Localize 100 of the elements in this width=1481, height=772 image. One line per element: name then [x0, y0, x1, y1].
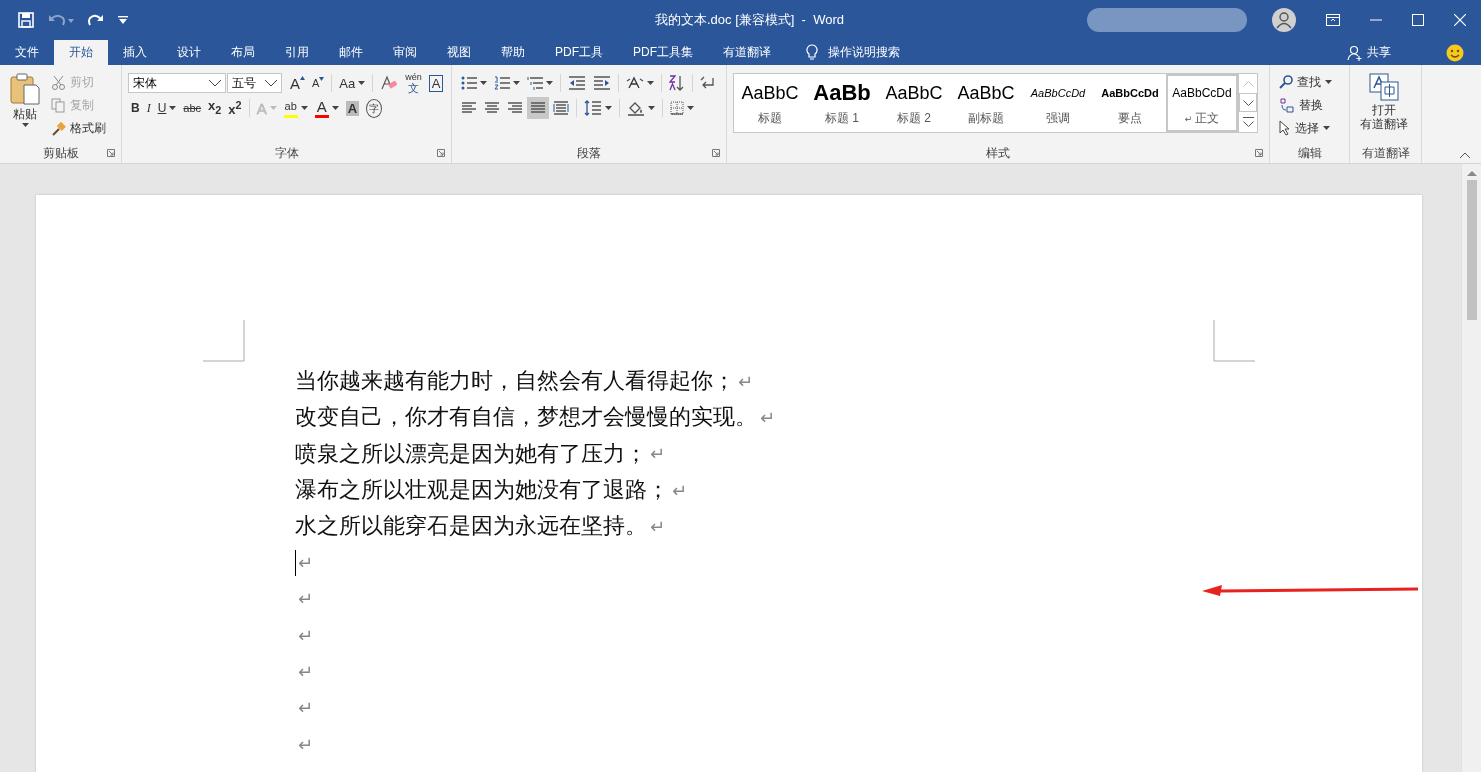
paragraph-mark: ↵ — [760, 406, 776, 428]
scissors-icon — [51, 74, 66, 90]
style-option[interactable]: AaBbCcDd 强调 — [1022, 74, 1094, 132]
numbered-list-icon — [494, 76, 510, 90]
ribbon-tab[interactable]: 有道翻译 — [708, 40, 786, 65]
dialog-launcher-icon — [712, 149, 720, 157]
scroll-down-icon — [1242, 99, 1254, 106]
clear-format-icon — [380, 75, 399, 91]
edit-button[interactable]: 查找 — [1276, 71, 1335, 93]
format-button[interactable]: I — [143, 97, 154, 119]
style-option[interactable]: AaBbC 标题 2 — [878, 74, 950, 132]
format-button[interactable]: x$^{2}$ — [225, 97, 245, 119]
alignment-button[interactable] — [527, 97, 549, 119]
ribbon-tab[interactable]: 视图 — [432, 40, 486, 65]
paragraph-mark: ↵ — [298, 733, 314, 755]
format-button[interactable]: B — [128, 97, 143, 119]
corner-mark — [1213, 320, 1255, 362]
paragraph-mark: ↵ — [298, 588, 314, 610]
share-button[interactable]: 共享 — [1332, 40, 1406, 65]
close-icon — [1454, 14, 1466, 26]
font-name-field[interactable]: 宋体 — [128, 73, 226, 93]
format-button[interactable]: abc — [180, 97, 205, 119]
edit-button[interactable]: 选择 — [1276, 117, 1335, 139]
ribbon-tab[interactable]: PDF工具集 — [618, 40, 708, 65]
redo-icon — [88, 13, 104, 27]
edit-button[interactable]: 替换 — [1276, 94, 1335, 116]
triangle-down-icon — [319, 77, 325, 81]
format-button[interactable]: Aa — [336, 72, 369, 94]
format-button[interactable]: A — [309, 72, 328, 94]
format-button[interactable]: x$_{2}$ — [205, 97, 225, 119]
ribbon-tab[interactable]: 文件 — [0, 40, 54, 65]
avatar-icon — [1272, 8, 1296, 32]
style-option[interactable]: AaBbC 副标题 — [950, 74, 1022, 132]
customize-caret-icon — [118, 16, 128, 24]
format-button[interactable]: A — [287, 72, 308, 94]
decrease-indent-icon — [568, 76, 586, 90]
caret-icon — [21, 123, 29, 127]
scrollbar[interactable] — [1461, 164, 1481, 772]
ribbon-tab[interactable]: 插入 — [108, 40, 162, 65]
group-label: 段落 — [577, 144, 601, 162]
pointer-icon — [1279, 120, 1291, 136]
tell-me-search[interactable]: 操作说明搜索 — [828, 44, 900, 61]
group-label: 有道翻译 — [1361, 144, 1410, 162]
ribbon-tab[interactable]: 布局 — [216, 40, 270, 65]
paragraph-mark-icon — [700, 76, 714, 90]
collapse-ribbon-icon — [1459, 152, 1471, 159]
window-title: 我的文本.doc [兼容模式] - Word — [654, 11, 845, 29]
dialog-launcher-icon — [107, 149, 115, 157]
style-option[interactable]: AaBb 标题 1 — [806, 74, 878, 132]
ribbon-tab[interactable]: PDF工具 — [540, 40, 618, 65]
format-button[interactable]: ab — [280, 97, 311, 119]
font-size-field[interactable]: 五号 — [227, 73, 282, 93]
format-button[interactable]: U — [154, 97, 180, 119]
distributed-icon — [553, 101, 569, 115]
paragraph-mark: ↵ — [298, 697, 314, 719]
paragraph-mark: ↵ — [298, 661, 314, 682]
group-label: 编辑 — [1297, 144, 1322, 162]
ribbon-tab[interactable]: 引用 — [270, 40, 324, 65]
corner-mark — [203, 320, 245, 362]
ribbon-tab[interactable]: 帮助 — [486, 40, 540, 65]
style-option[interactable]: AaBbCcDd 要点 — [1094, 74, 1166, 132]
align-right-icon — [507, 102, 523, 114]
group-label: 样式 — [986, 144, 1010, 162]
chevron-down-icon — [265, 79, 277, 87]
lightbulb-icon — [806, 44, 818, 61]
sort-icon — [669, 75, 685, 91]
increase-indent-icon — [593, 76, 611, 90]
style-option[interactable]: AaBbCcDd ↵ 正文 — [1166, 74, 1238, 132]
clipboard-icon — [10, 73, 40, 105]
add-person-icon — [1347, 44, 1363, 61]
ribbon-tab[interactable]: 开始 — [54, 40, 108, 65]
ribbon-display-icon — [1326, 14, 1340, 26]
dialog-launcher-icon — [437, 149, 445, 157]
clipboard-button[interactable]: 格式刷 — [48, 117, 109, 139]
paintbrush-icon — [51, 120, 66, 136]
paint-bucket-icon — [627, 100, 645, 116]
format-button[interactable]: A — [311, 97, 342, 119]
line-spacing-icon — [584, 100, 602, 116]
paragraph-mark: ↵ — [738, 370, 754, 392]
borders-icon — [670, 101, 684, 115]
search-icon — [1279, 75, 1293, 89]
bullet-list-icon — [461, 76, 477, 90]
style-option[interactable]: AaBbC 标题 — [734, 74, 806, 132]
copy-icon — [51, 97, 66, 113]
asian-layout-icon — [626, 76, 644, 90]
paragraph-text: 瀑布之所以壮观是因为她没有了退路； — [295, 476, 669, 505]
paragraph-text: 改变自己，你才有自信，梦想才会慢慢的实现。 — [295, 403, 757, 432]
scrollbar-thumb[interactable] — [1466, 180, 1477, 320]
multilevel-list-icon — [527, 76, 543, 90]
maximize-icon — [1412, 14, 1424, 26]
align-left-icon — [461, 102, 477, 114]
align-center-icon — [484, 102, 500, 114]
format-button[interactable]: wén 文 — [402, 72, 425, 94]
ribbon-tab[interactable]: 审阅 — [378, 40, 432, 65]
group-label: 字体 — [274, 144, 299, 162]
ribbon-tab[interactable]: 设计 — [162, 40, 216, 65]
paste-button[interactable]: 粘贴 — [6, 71, 44, 143]
ribbon-tab[interactable]: 邮件 — [324, 40, 378, 65]
open-translate-button[interactable]: 打开 有道翻译 — [1356, 71, 1412, 143]
paragraph-text: 水之所以能穿石是因为永远在坚持。 — [295, 512, 647, 541]
